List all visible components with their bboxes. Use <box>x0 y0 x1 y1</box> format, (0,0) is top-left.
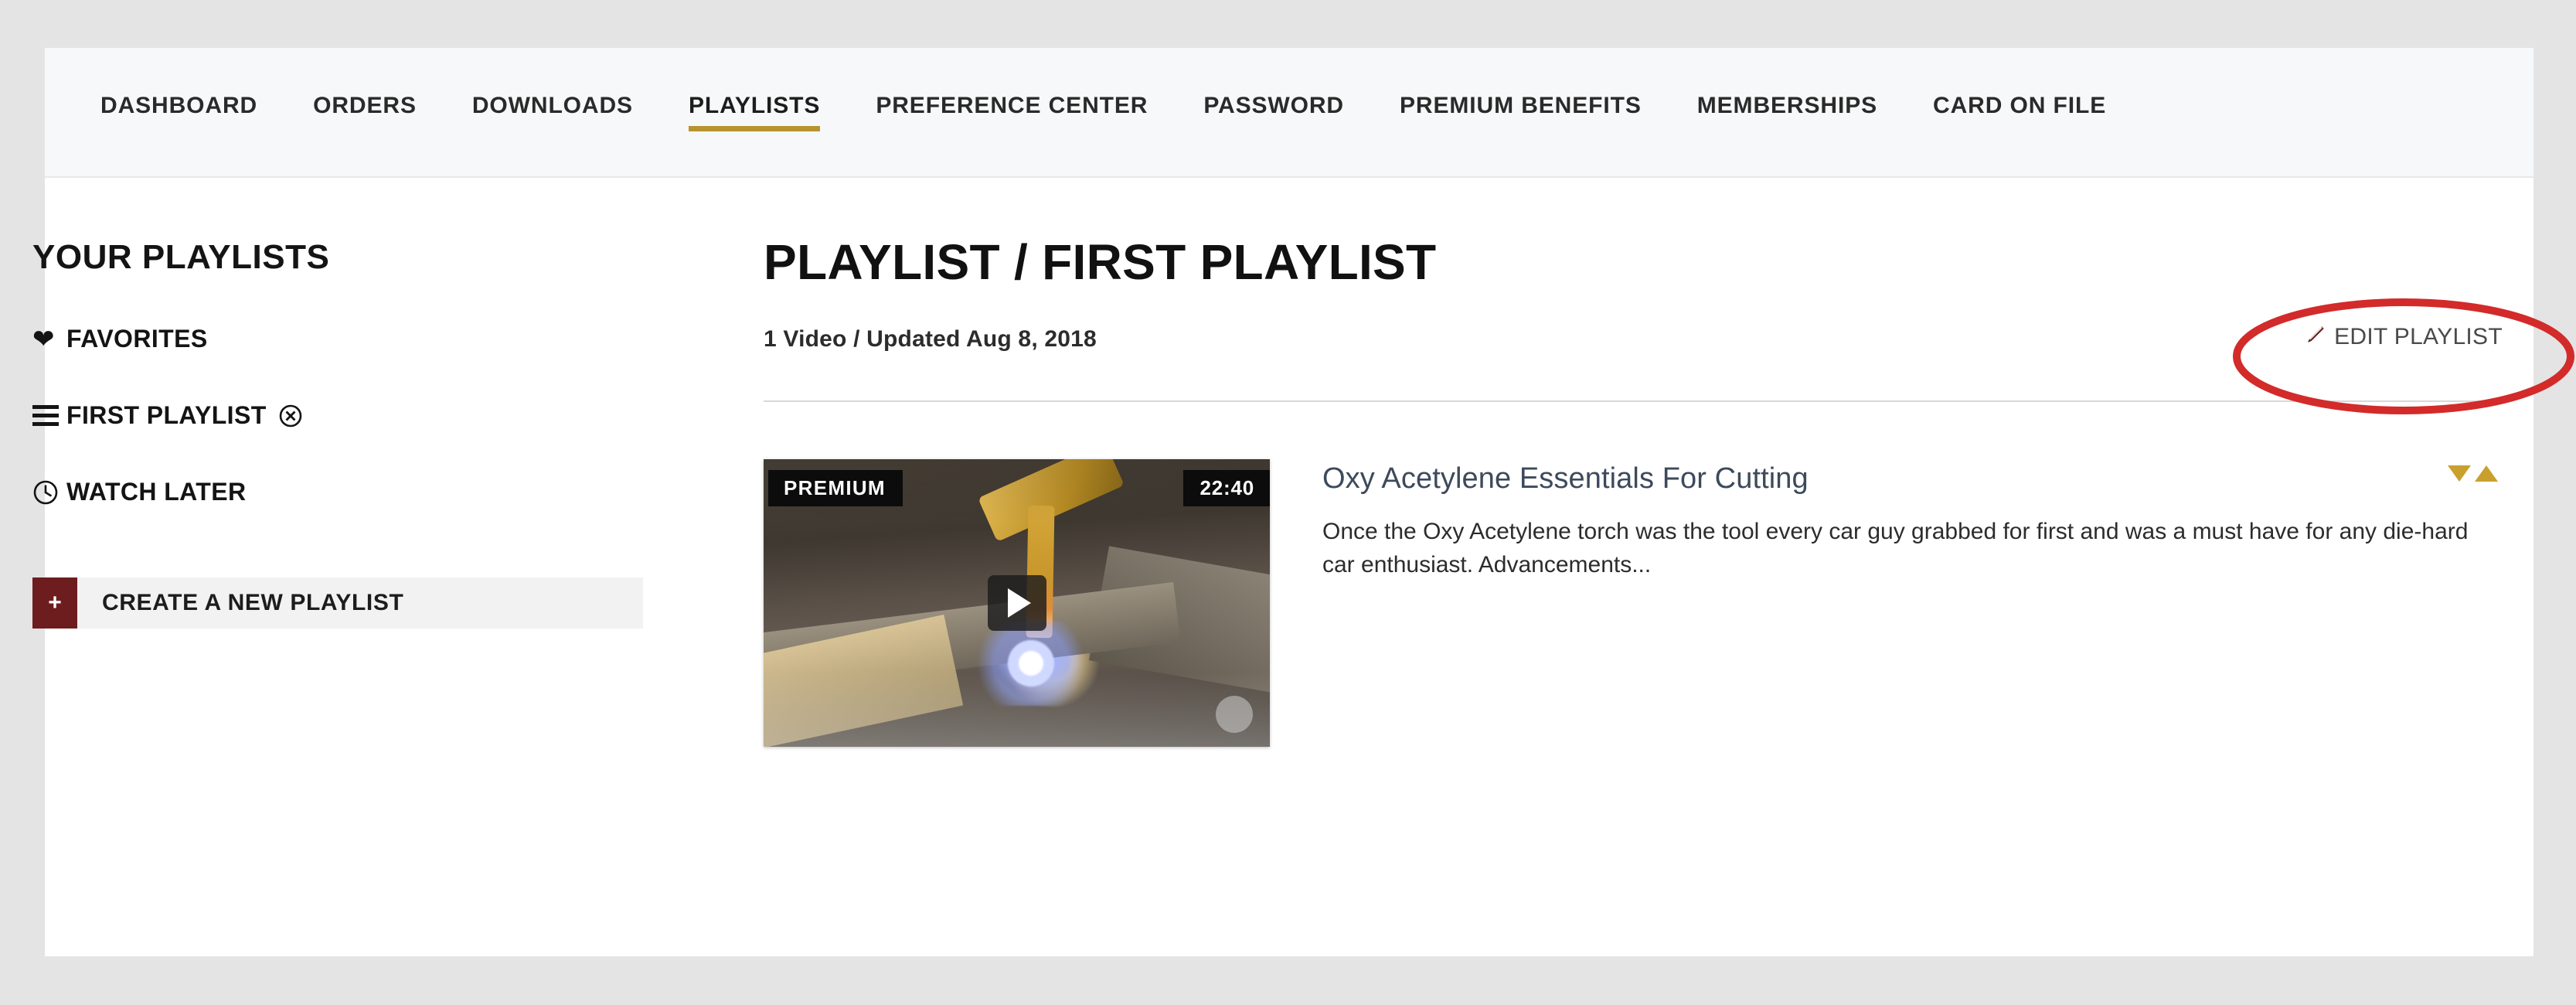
video-title-link[interactable]: Oxy Acetylene Essentials For Cutting <box>1322 462 2503 496</box>
play-icon[interactable] <box>987 575 1046 631</box>
nav-item-premium-benefits[interactable]: PREMIUM BENEFITS <box>1400 93 1642 131</box>
sidebar-item-first-playlist[interactable]: FIRST PLAYLIST <box>32 401 710 430</box>
content-body: YOUR PLAYLISTS ❤ FAVORITES FIRST PLAYLIS… <box>32 178 2533 956</box>
divider <box>764 400 2503 402</box>
nav-item-playlists[interactable]: PLAYLISTS <box>688 93 821 131</box>
triangle-down-icon[interactable] <box>2448 465 2471 482</box>
video-list-item: PREMIUM 22:40 Oxy Acetylene Essentials F… <box>764 459 2503 747</box>
triangle-up-icon[interactable] <box>2475 465 2498 482</box>
sidebar-item-watch-later[interactable]: WATCH LATER <box>32 478 710 506</box>
nav-item-orders[interactable]: ORDERS <box>313 93 417 131</box>
account-nav: DASHBOARD ORDERS DOWNLOADS PLAYLISTS PRE… <box>45 48 2533 178</box>
nav-item-preference-center[interactable]: PREFERENCE CENTER <box>876 93 1148 131</box>
video-thumbnail[interactable]: PREMIUM 22:40 <box>764 459 1270 747</box>
video-sort-controls[interactable] <box>2448 465 2498 482</box>
nav-item-password[interactable]: PASSWORD <box>1203 93 1344 131</box>
playlist-sidebar: YOUR PLAYLISTS ❤ FAVORITES FIRST PLAYLIS… <box>32 178 710 629</box>
edit-playlist-label: EDIT PLAYLIST <box>2334 324 2503 349</box>
video-description: Once the Oxy Acetylene torch was the too… <box>1322 519 2469 577</box>
delete-playlist-icon[interactable] <box>279 404 302 428</box>
nav-item-downloads[interactable]: DOWNLOADS <box>472 93 633 131</box>
account-page-card: DASHBOARD ORDERS DOWNLOADS PLAYLISTS PRE… <box>32 48 2533 956</box>
progress-indicator <box>1216 696 1253 733</box>
nav-item-memberships[interactable]: MEMBERSHIPS <box>1697 93 1877 131</box>
playlist-main: PLAYLIST / FIRST PLAYLIST 1 Video / Upda… <box>764 178 2503 747</box>
plus-icon: + <box>32 577 77 629</box>
video-info: Oxy Acetylene Essentials For Cutting Onc… <box>1322 459 2503 581</box>
nav-item-card-on-file[interactable]: CARD ON FILE <box>1933 93 2106 131</box>
playlist-meta: 1 Video / Updated Aug 8, 2018 <box>764 326 1097 352</box>
sidebar-item-label: FAVORITES <box>66 325 208 353</box>
sidebar-item-favorites[interactable]: ❤ FAVORITES <box>32 325 710 353</box>
create-new-playlist-button[interactable]: + CREATE A NEW PLAYLIST <box>32 577 643 629</box>
clock-icon <box>32 479 66 506</box>
nav-item-dashboard[interactable]: DASHBOARD <box>100 93 257 131</box>
create-new-playlist-label: CREATE A NEW PLAYLIST <box>77 577 643 629</box>
sidebar-title: YOUR PLAYLISTS <box>32 238 330 276</box>
heart-icon: ❤ <box>32 324 55 354</box>
hamburger-icon <box>32 405 66 426</box>
playlist-meta-row: 1 Video / Updated Aug 8, 2018 EDIT PLAYL… <box>764 323 2503 374</box>
sidebar-item-label: FIRST PLAYLIST <box>66 401 267 429</box>
pencil-icon <box>2305 323 2327 351</box>
premium-badge: PREMIUM <box>768 470 903 506</box>
sidebar-item-label: WATCH LATER <box>66 478 247 506</box>
duration-badge: 22:40 <box>1183 470 1270 506</box>
edit-playlist-button[interactable]: EDIT PLAYLIST <box>2305 323 2503 351</box>
page-title: PLAYLIST / FIRST PLAYLIST <box>764 234 1437 290</box>
